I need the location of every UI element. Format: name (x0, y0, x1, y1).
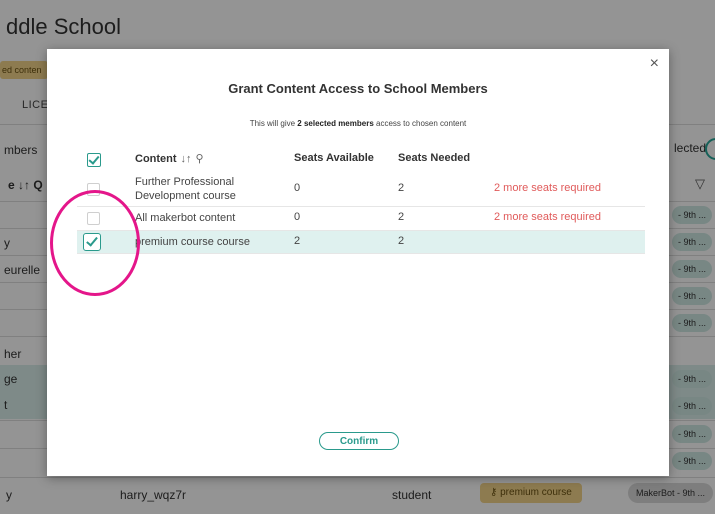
subtitle-text: This will give (249, 119, 298, 128)
content-name: premium course course (135, 236, 250, 248)
content-name: Further Professional Development course (135, 176, 236, 202)
content-row[interactable]: Further Professional Development course … (77, 172, 645, 207)
selected-members-count: 2 selected members (297, 119, 374, 128)
content-row[interactable]: All makerbot content 0 2 2 more seats re… (77, 207, 645, 231)
seats-needed: 2 (398, 235, 405, 247)
grant-access-modal: × Grant Content Access to School Members… (47, 49, 669, 476)
search-icon[interactable]: ⚲ (196, 153, 204, 165)
content-column-header[interactable]: Content ↓↑ ⚲ (135, 152, 204, 165)
seats-needed: 2 (398, 211, 405, 223)
content-column-label: Content (135, 153, 177, 165)
select-all-checkbox[interactable] (87, 153, 101, 167)
seats-warning: 2 more seats required (494, 182, 601, 194)
seats-available: 0 (294, 182, 301, 194)
seats-available: 2 (294, 235, 301, 247)
seats-available: 0 (294, 211, 301, 223)
annotation-circle (50, 190, 140, 296)
modal-title: Grant Content Access to School Members (228, 81, 488, 96)
content-name: All makerbot content (135, 212, 236, 224)
subtitle-text: access to chosen content (373, 119, 467, 128)
seats-needed-header: Seats Needed (398, 152, 471, 164)
confirm-button[interactable]: Confirm (319, 432, 399, 450)
content-row[interactable]: premium course course 2 2 (77, 231, 645, 254)
seats-warning: 2 more seats required (494, 211, 601, 223)
seats-needed: 2 (398, 182, 405, 194)
close-icon[interactable]: × (650, 55, 659, 73)
table-header: Content ↓↑ ⚲ Seats Available Seats Needed (77, 148, 645, 170)
seats-available-header: Seats Available (294, 152, 374, 164)
modal-subtitle: This will give 2 selected members access… (47, 119, 669, 128)
sort-icon[interactable]: ↓↑ (181, 153, 192, 165)
